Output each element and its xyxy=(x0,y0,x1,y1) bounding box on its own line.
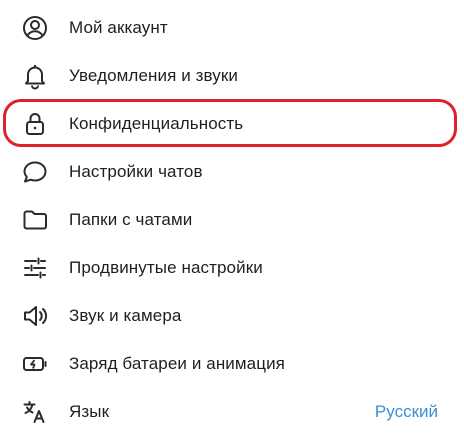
chat-bubble-icon xyxy=(20,157,50,187)
menu-item-battery-animation[interactable]: Заряд батареи и анимация xyxy=(0,340,464,388)
translate-icon xyxy=(20,397,50,427)
menu-item-language[interactable]: Язык Русский xyxy=(0,388,464,436)
menu-item-my-account[interactable]: Мой аккаунт xyxy=(0,4,464,52)
language-value: Русский xyxy=(374,402,438,421)
menu-item-label: Уведомления и звуки xyxy=(69,66,239,85)
menu-item-notifications[interactable]: Уведомления и звуки xyxy=(0,52,464,100)
menu-item-advanced-settings[interactable]: Продвинутые настройки xyxy=(0,244,464,292)
lock-icon xyxy=(20,109,50,139)
menu-item-label: Настройки чатов xyxy=(69,162,203,181)
menu-item-label: Продвинутые настройки xyxy=(69,258,263,277)
sliders-icon xyxy=(20,253,50,283)
folder-icon xyxy=(20,205,50,235)
menu-item-label: Папки с чатами xyxy=(69,210,193,229)
menu-item-label: Конфиденциальность xyxy=(69,114,244,133)
menu-item-sound-camera[interactable]: Звук и камера xyxy=(0,292,464,340)
menu-item-label: Мой аккаунт xyxy=(69,18,168,37)
account-circle-icon xyxy=(20,13,50,43)
bell-icon xyxy=(20,61,50,91)
speaker-icon xyxy=(20,301,50,331)
battery-bolt-icon xyxy=(20,349,50,379)
settings-menu: Мой аккаунт Уведомления и звуки Конфиден… xyxy=(0,4,464,436)
menu-item-label: Заряд батареи и анимация xyxy=(69,354,285,373)
menu-item-privacy[interactable]: Конфиденциальность xyxy=(0,100,464,148)
menu-item-label: Звук и камера xyxy=(69,306,182,325)
menu-item-chat-folders[interactable]: Папки с чатами xyxy=(0,196,464,244)
menu-item-label: Язык xyxy=(69,402,110,421)
menu-item-chat-settings[interactable]: Настройки чатов xyxy=(0,148,464,196)
